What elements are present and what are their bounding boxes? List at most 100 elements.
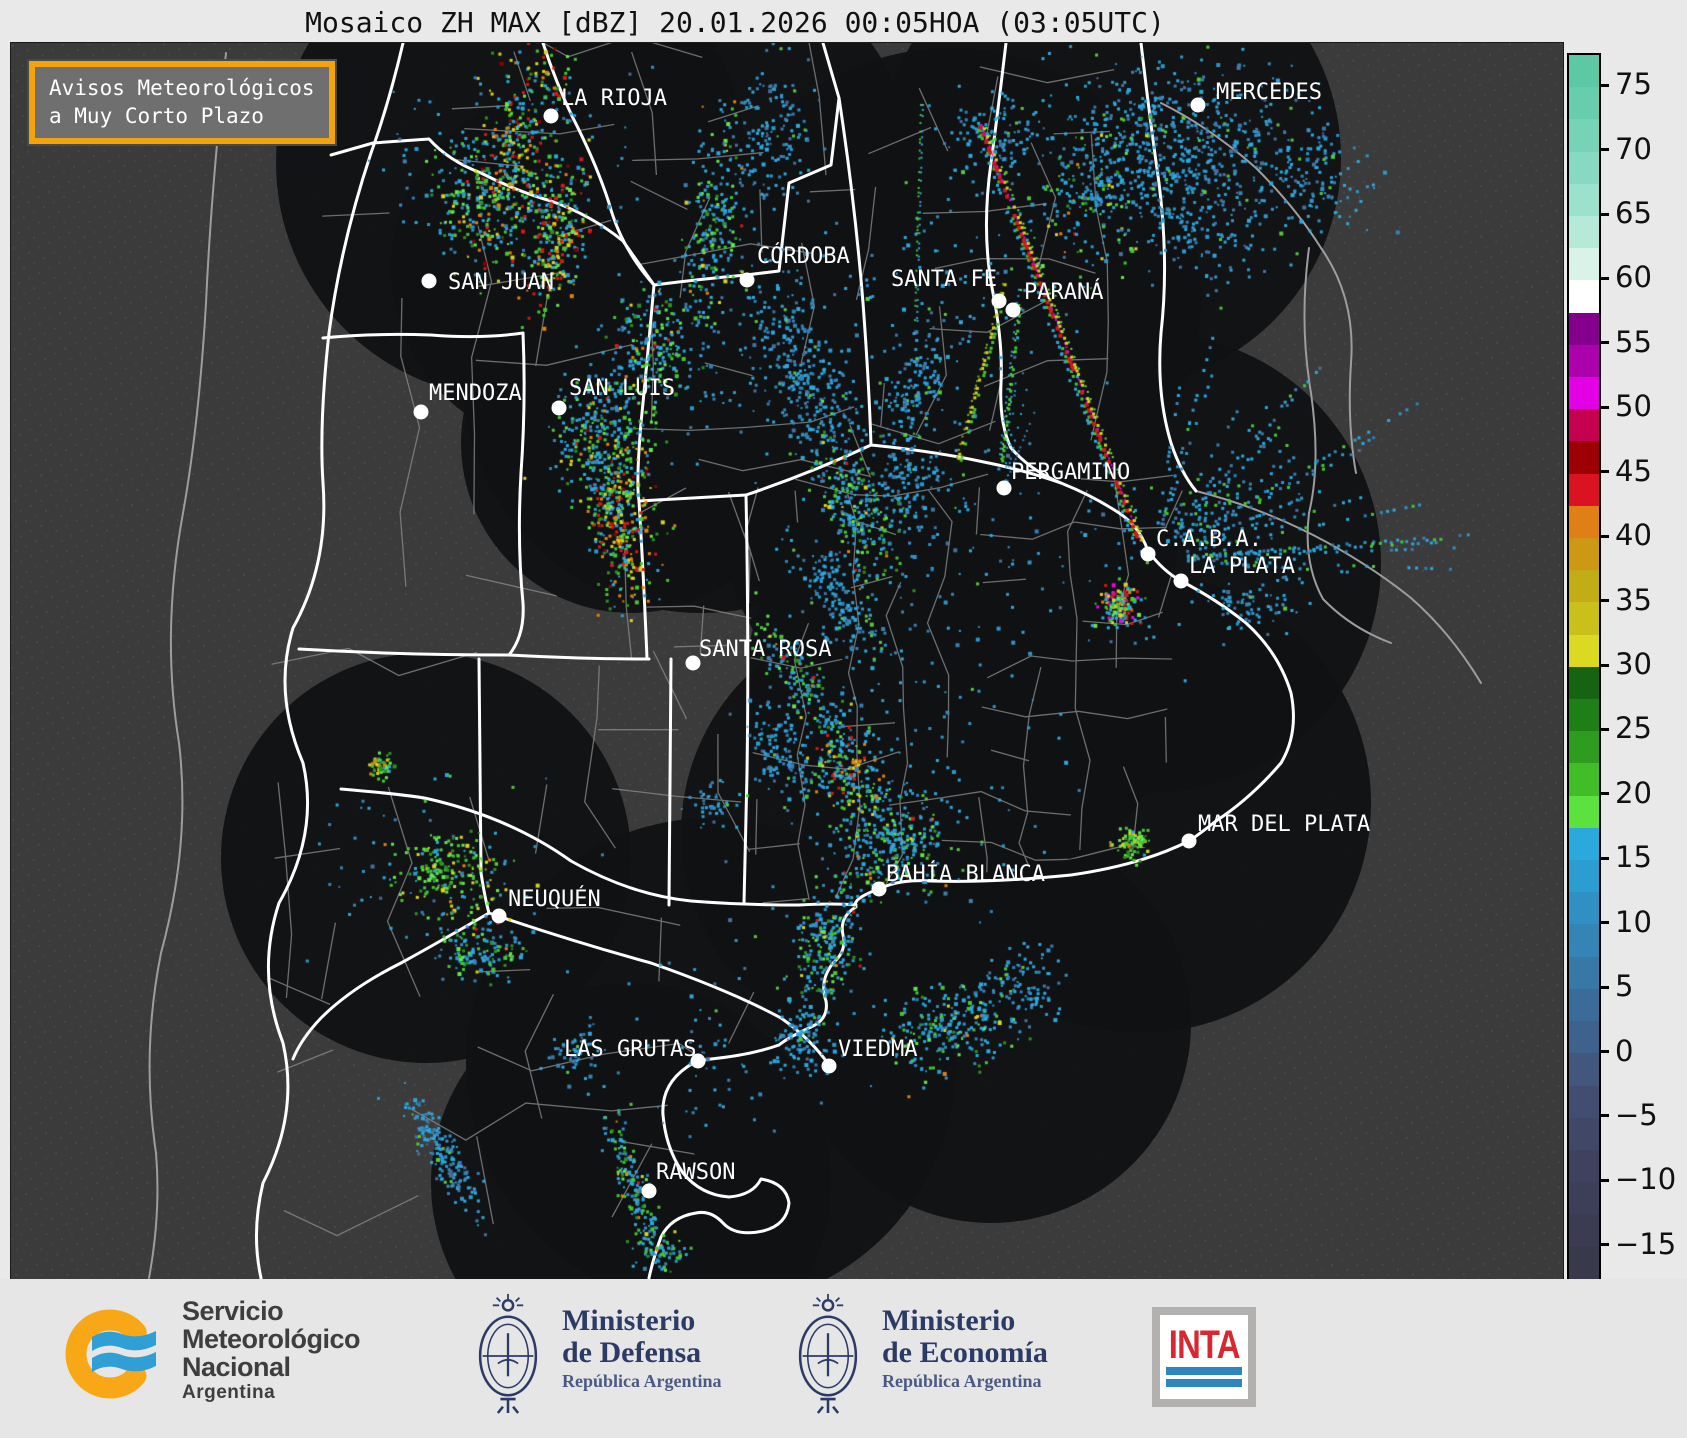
smn-line-4: Argentina [182, 1383, 360, 1403]
colorbar-tick-label: 40 [1615, 518, 1652, 552]
colorbar-tick [1599, 213, 1609, 216]
colorbar-segment [1569, 570, 1599, 602]
defensa-line-2: de Defensa [562, 1337, 722, 1369]
colorbar-segment [1569, 1182, 1599, 1214]
warning-line-2: a Muy Corto Plazo [49, 102, 315, 130]
colorbar-segment [1569, 216, 1599, 248]
colorbar-tick [1599, 1050, 1609, 1053]
colorbar-segment [1569, 1214, 1599, 1246]
smn-logo-text: Servicio Meteorológico Nacional Argentin… [182, 1297, 360, 1403]
colorbar-segment [1569, 1118, 1599, 1150]
colorbar-segment [1569, 184, 1599, 216]
colorbar-segment [1569, 1247, 1599, 1279]
colorbar-segment [1569, 280, 1599, 312]
colorbar-segment [1569, 957, 1599, 989]
footer-logo-bar: Servicio Meteorológico Nacional Argentin… [0, 1279, 1687, 1438]
colorbar-tick [1599, 84, 1609, 87]
inta-bar-2 [1166, 1379, 1242, 1387]
colorbar-tick-label: −5 [1615, 1098, 1658, 1132]
colorbar-tick-label: −10 [1615, 1162, 1676, 1196]
economia-line-1: Ministerio [882, 1305, 1048, 1337]
colorbar-segment [1569, 860, 1599, 892]
colorbar-segment [1569, 635, 1599, 667]
colorbar-segment [1569, 892, 1599, 924]
colorbar-segment [1569, 763, 1599, 795]
city-dot [822, 1059, 837, 1074]
colorbar-segment [1569, 667, 1599, 699]
colorbar-segment [1569, 409, 1599, 441]
city-label: MERCEDES [1216, 80, 1322, 105]
colorbar-tick-label: 35 [1615, 583, 1652, 617]
colorbar-segment [1569, 474, 1599, 506]
city-label: VIEDMA [838, 1037, 917, 1062]
colorbar-segment [1569, 538, 1599, 570]
smn-line-1: Servicio [182, 1297, 360, 1325]
colorbar-tick-label: 15 [1615, 840, 1652, 874]
city-dot [1141, 547, 1156, 562]
city-label: SANTA ROSA [699, 637, 831, 662]
city-dot [552, 401, 567, 416]
radar-map: MERCEDESLA RIOJACÓRDOBASAN JUANSANTA FEP… [10, 42, 1564, 1280]
city-label: SAN LUIS [569, 376, 675, 401]
city-label: CÓRDOBA [757, 243, 850, 269]
city-label: RAWSON [656, 1160, 735, 1185]
colorbar-tick [1599, 921, 1609, 924]
colorbar-tick [1599, 599, 1609, 602]
city-dot [1191, 98, 1206, 113]
city-label: C.A.B.A. [1156, 527, 1262, 552]
colorbar-tick-label: 30 [1615, 647, 1652, 681]
warning-line-1: Avisos Meteorológicos [49, 74, 315, 102]
inta-bar-1 [1166, 1367, 1242, 1375]
radar-mosaic-page: Mosaico ZH MAX [dBZ] 20.01.2026 00:05HOA… [0, 0, 1687, 1438]
colorbar-segment [1569, 506, 1599, 538]
colorbar-segment [1569, 248, 1599, 280]
inta-logo: INTA [1152, 1307, 1256, 1407]
colorbar-segment [1569, 989, 1599, 1021]
colorbar-tick [1599, 148, 1609, 151]
colorbar-tick-label: 0 [1615, 1034, 1633, 1068]
city-dot [1174, 574, 1189, 589]
colorbar-segment [1569, 731, 1599, 763]
colorbar-tick-label: −15 [1615, 1227, 1676, 1261]
city-dot [740, 273, 755, 288]
colorbar-segment [1569, 828, 1599, 860]
inta-wordmark: INTA [1169, 1327, 1240, 1363]
city-dot [492, 909, 507, 924]
city-label: LAS GRUTAS [564, 1037, 696, 1062]
colorbar-segment [1569, 1021, 1599, 1053]
economia-line-2: de Economía [882, 1337, 1048, 1369]
smn-line-2: Meteorológico [182, 1325, 360, 1353]
city-label: BAHÍA BLANCA [886, 861, 1045, 887]
colorbar-tick [1599, 1179, 1609, 1182]
colorbar-tick-label: 20 [1615, 776, 1652, 810]
colorbar-segment [1569, 699, 1599, 731]
city-dot [544, 109, 559, 124]
colorbar-tick [1599, 792, 1609, 795]
defensa-subtitle: República Argentina [562, 1371, 722, 1392]
colorbar-tick [1599, 1243, 1609, 1246]
colorbar-segment [1569, 1086, 1599, 1118]
economia-coat-of-arms-icon [790, 1291, 866, 1421]
city-label: PERGAMINO [1011, 460, 1130, 485]
city-label: MENDOZA [429, 381, 522, 406]
city-dot [642, 1184, 657, 1199]
city-label: LA RIOJA [561, 86, 667, 111]
economia-logo-text: Ministerio de Economía República Argenti… [882, 1305, 1048, 1392]
colorbar-tick [1599, 986, 1609, 989]
colorbar-segment [1569, 119, 1599, 151]
city-label: NEUQUÉN [508, 886, 601, 912]
colorbar-tick [1599, 535, 1609, 538]
colorbar-tick-label: 25 [1615, 711, 1652, 745]
smn-line-3: Nacional [182, 1353, 360, 1381]
warning-banner: Avisos Meteorológicos a Muy Corto Plazo [29, 61, 335, 144]
colorbar-tick [1599, 341, 1609, 344]
colorbar-tick [1599, 1114, 1609, 1117]
colorbar-tick-label: 45 [1615, 454, 1652, 488]
city-dot [997, 481, 1012, 496]
colorbar-segment [1569, 152, 1599, 184]
colorbar-segment [1569, 796, 1599, 828]
smn-logo [60, 1297, 175, 1416]
colorbar-tick [1599, 277, 1609, 280]
colorbar-tick [1599, 470, 1609, 473]
city-dot [1182, 834, 1197, 849]
